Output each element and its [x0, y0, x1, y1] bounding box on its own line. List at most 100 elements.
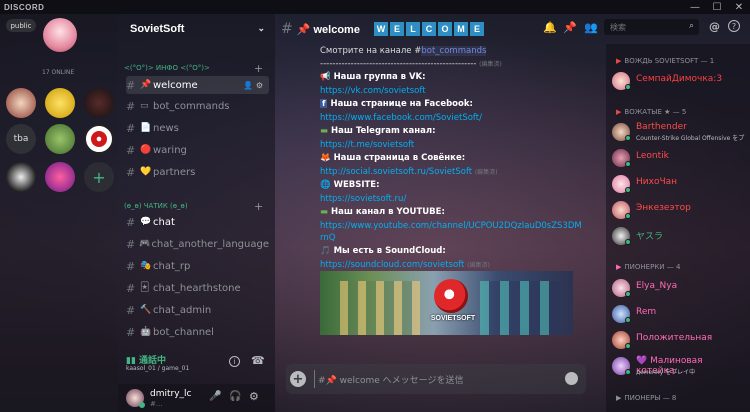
member-name: ヤスラ — [636, 232, 664, 242]
channel-bot-commands[interactable]: # ▭ bot_commands — [126, 97, 269, 115]
server-icon[interactable] — [45, 124, 75, 154]
hash-icon: # — [126, 325, 136, 339]
status-dot — [625, 369, 631, 375]
sovietsoft-banner-image[interactable]: SOVIETSOFT — [320, 271, 573, 335]
members-icon[interactable]: 👥 — [584, 21, 598, 34]
emoji-icon[interactable] — [565, 372, 578, 385]
channel-emoji: 🤖 — [140, 327, 152, 337]
mentions-icon[interactable]: @ — [709, 20, 720, 33]
member-activity: Counter-Strike Global Offensive をプ — [636, 135, 745, 142]
soundcloud-link[interactable]: https://soundcloud.com/sovietsoft (編集済) — [320, 260, 490, 270]
status-dot — [625, 135, 631, 141]
sovietsoft-logo-icon — [91, 131, 107, 147]
megaphone-icon: 📢 — [320, 72, 331, 82]
channel-mention[interactable]: bot_commands — [421, 46, 487, 56]
member-item[interactable]: Rem — [612, 303, 748, 325]
sovenok-link[interactable]: http://social.sovietsoft.ru/SovietSoft (… — [320, 167, 498, 177]
guild-header[interactable]: SovietSoft ⌄ — [118, 14, 275, 44]
sovenok-heading: 🦊 Наша страница в Совёнке: — [320, 153, 466, 163]
member-item[interactable]: Энкезеэтор — [612, 199, 748, 221]
headphones-icon[interactable]: 🎧 — [229, 391, 241, 402]
window-titlebar: DISCORD — [0, 0, 750, 14]
role-header: ▶ ПИОНЕРКИ — 4 — [616, 263, 681, 271]
server-icon[interactable] — [6, 88, 36, 118]
add-server-icon[interactable]: + — [84, 162, 114, 192]
member-item[interactable]: Leontik — [612, 147, 748, 169]
member-item[interactable]: ヤスラ — [612, 225, 748, 247]
channel-emoji: 📄 — [140, 123, 152, 133]
channel-bot-channel[interactable]: # 🤖 bot_channel — [126, 323, 269, 341]
server-icon[interactable] — [45, 88, 75, 118]
telegram-link[interactable]: https://t.me/sovietsoft — [320, 140, 414, 150]
invite-settings-icons[interactable]: 👤 ⚙ — [243, 81, 263, 90]
channel-welcome[interactable]: # 📌 welcome 👤 ⚙ — [126, 76, 269, 94]
youtube-link[interactable]: https://www.youtube.com/channel/UCPOU2DQ… — [320, 221, 582, 231]
close-button[interactable]: ✕ — [728, 0, 750, 14]
channel-chat[interactable]: # 💬 chat — [126, 213, 269, 231]
public-badge[interactable]: public — [6, 19, 36, 32]
channel-emoji: 🎮 — [139, 239, 151, 249]
help-icon[interactable]: ? — [728, 20, 740, 32]
topic-letter: M — [453, 22, 468, 36]
member-item[interactable]: НихоЧан — [612, 173, 748, 195]
channel-sidebar: SovietSoft ⌄ <(°O°)> ИНФО <(°O°)> + # 📌 … — [118, 14, 275, 412]
online-count: 17 ONLINE — [42, 69, 75, 76]
info-icon[interactable]: i — [229, 356, 240, 367]
app-title: DISCORD — [4, 2, 45, 12]
member-item[interactable]: Elya_Nya — [612, 277, 748, 299]
message-input[interactable]: + #📌 welcome へメッセージを送信 — [286, 364, 586, 394]
category-chat[interactable]: (ɵ_ɵ) ЧАТИК (ɵ_ɵ) + — [124, 200, 263, 213]
facebook-heading: f Наша странице на Facebook: — [320, 99, 473, 109]
member-activity: деменку をプレイ中 — [636, 369, 696, 376]
status-dot — [625, 84, 631, 90]
hash-icon: # — [281, 21, 293, 37]
channel-label: news — [153, 122, 179, 134]
message-placeholder: #📌 welcome へメッセージを送信 — [318, 376, 464, 386]
chevron-down-icon: ⌄ — [257, 23, 265, 33]
channel-waring[interactable]: # 🔴 waring — [126, 141, 269, 159]
channel-chat-admin[interactable]: # 🔨 chat_admin — [126, 301, 269, 319]
website-link[interactable]: https://sovietsoft.ru/ — [320, 194, 406, 204]
gear-icon[interactable]: ⚙ — [249, 390, 259, 403]
channel-chat-another-language[interactable]: # 🎮 chat_another_language — [126, 235, 269, 253]
member-item[interactable]: 💜 Малиновая котейка... деменку をプレイ中 — [612, 355, 748, 377]
member-item[interactable]: Barthender Counter-Strike Global Offensi… — [612, 121, 748, 143]
minimize-button[interactable]: — — [684, 0, 706, 14]
home-avatar[interactable] — [43, 18, 77, 52]
upload-plus-icon[interactable]: + — [290, 371, 306, 387]
server-icon[interactable] — [6, 162, 36, 192]
add-channel-icon[interactable]: + — [254, 62, 263, 75]
telegram-heading: ▬ Наш Telegram канал: — [320, 126, 436, 136]
maximize-button[interactable]: ☐ — [706, 0, 728, 14]
pin-icon[interactable]: 📌 — [563, 21, 577, 34]
sovietsoft-server-icon[interactable] — [84, 124, 114, 154]
channel-label: chat — [153, 216, 175, 228]
youtube-link-cont[interactable]: rnQ — [320, 233, 335, 243]
server-tba[interactable]: tba — [6, 124, 36, 154]
channel-emoji: 💛 — [140, 167, 152, 177]
bell-icon[interactable]: 🔔 — [543, 21, 557, 34]
member-item[interactable]: Положительная — [612, 329, 748, 351]
voice-location: kaasol_01 / game_01 — [126, 365, 190, 372]
channel-chat-hearthstone[interactable]: # 🃏 chat_hearthstone — [126, 279, 269, 297]
search-input[interactable]: 検索 ⌕ — [604, 19, 699, 35]
channel-label: bot_channel — [153, 326, 214, 338]
channel-label: chat_another_language — [151, 238, 269, 250]
channel-news[interactable]: # 📄 news — [126, 119, 269, 137]
channel-partners[interactable]: # 💛 partners — [126, 163, 269, 181]
vk-link[interactable]: https://vk.com/sovietsoft — [320, 86, 426, 96]
member-name: Энкезеэтор — [636, 203, 691, 213]
globe-icon: 🌐 — [320, 180, 331, 190]
channel-emoji: 🔴 — [140, 145, 152, 155]
server-icon[interactable] — [84, 88, 114, 118]
microphone-icon[interactable]: 🎤 — [209, 391, 221, 402]
category-info[interactable]: <(°O°)> ИНФО <(°O°)> + — [124, 62, 263, 75]
channel-chat-rp[interactable]: # 🎭 chat_rp — [126, 257, 269, 275]
facebook-link[interactable]: https://www.facebook.com/SovietSoft/ — [320, 113, 482, 123]
member-item[interactable]: СемпайДимочка:3 — [612, 70, 748, 92]
hash-icon: # — [126, 215, 136, 229]
flag-icon: ▬ — [320, 207, 329, 217]
add-channel-icon[interactable]: + — [254, 200, 263, 213]
server-icon[interactable] — [45, 162, 75, 192]
disconnect-icon[interactable]: ☎ — [251, 354, 265, 367]
